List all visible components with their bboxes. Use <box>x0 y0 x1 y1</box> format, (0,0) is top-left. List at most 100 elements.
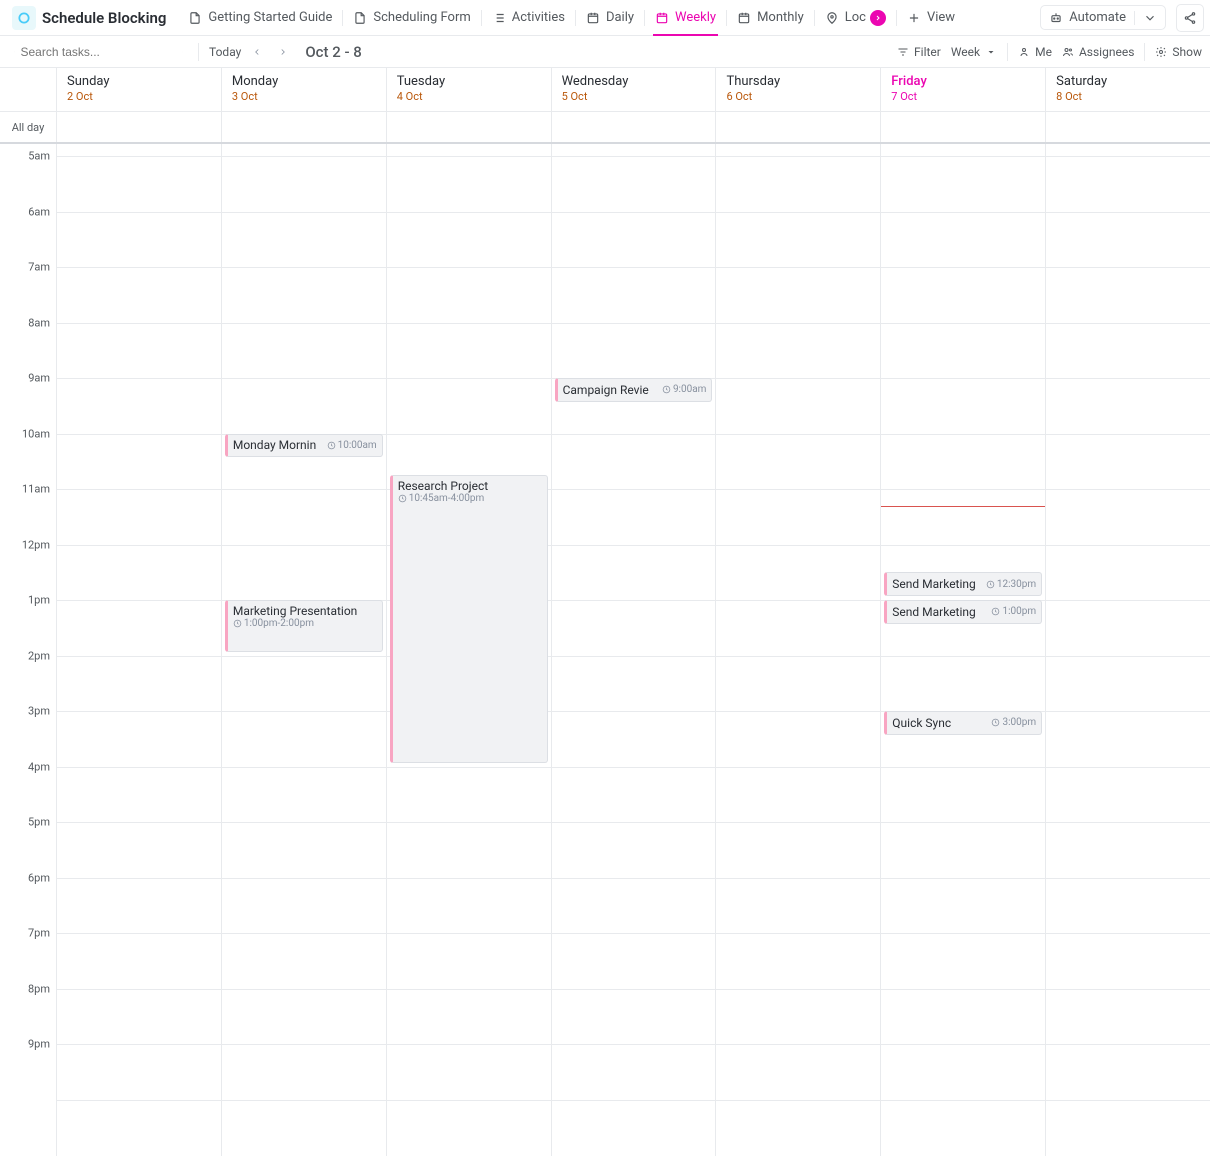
day-column-wednesday[interactable]: Campaign Revie9:00am <box>552 144 717 1156</box>
time-label: 1pm <box>28 594 50 607</box>
event[interactable]: Research Project10:45am-4:00pm <box>390 475 548 762</box>
time-label: 4pm <box>28 760 50 773</box>
assignees-button[interactable]: Assignees <box>1062 45 1134 59</box>
event[interactable]: Campaign Revie9:00am <box>555 378 713 402</box>
tab-getting-started-guide[interactable]: Getting Started Guide <box>178 0 342 35</box>
event[interactable]: Monday Mornin10:00am <box>225 434 383 458</box>
event-title: Research Project <box>398 479 542 493</box>
time-label: 2pm <box>28 649 50 662</box>
event-time: 9:00am <box>662 384 707 395</box>
gear-icon <box>1155 46 1167 58</box>
app-logo[interactable] <box>12 6 36 30</box>
view-tabs: Getting Started GuideScheduling FormActi… <box>178 0 965 35</box>
day-column-friday[interactable]: Send Marketing12:30pmSend Marketing1:00p… <box>881 144 1046 1156</box>
allday-cell[interactable] <box>57 112 222 142</box>
me-button[interactable]: Me <box>1018 45 1052 59</box>
event[interactable]: Quick Sync3:00pm <box>884 711 1042 735</box>
filter-button[interactable]: Filter <box>897 45 941 59</box>
event-time: 3:00pm <box>991 717 1036 728</box>
time-label: 5am <box>28 150 50 163</box>
date-range: Oct 2 - 8 <box>305 43 362 61</box>
time-label: 11am <box>22 483 50 496</box>
automate-button[interactable]: Automate <box>1040 5 1166 30</box>
event[interactable]: Send Marketing12:30pm <box>884 572 1042 596</box>
time-label: 6am <box>28 205 50 218</box>
day-column-tuesday[interactable]: Research Project10:45am-4:00pm <box>387 144 552 1156</box>
day-header-friday[interactable]: Friday7 Oct <box>881 68 1046 111</box>
event-title: Send Marketing <box>892 605 991 619</box>
event-title: Quick Sync <box>892 716 991 730</box>
allday-cell[interactable] <box>222 112 387 142</box>
event-time: 12:30pm <box>986 579 1036 590</box>
day-column-monday[interactable]: Monday Mornin10:00am Marketing Presentati… <box>222 144 387 1156</box>
share-icon <box>1183 11 1197 25</box>
event-title: Monday Mornin <box>233 438 327 452</box>
time-column: 5am 6am 7am 8am 9am 10am 11am 12pm 1pm 2pm 3pm 4pm 5… <box>0 144 57 1156</box>
calendar-grid[interactable]: 5am 6am 7am 8am 9am 10am 11am 12pm 1pm 2pm 3pm 4pm 5… <box>0 144 1210 1156</box>
chevron-down-icon <box>1143 11 1157 25</box>
event-time: 1:00pm <box>991 606 1036 617</box>
topbar: Schedule Blocking Getting Started GuideS… <box>0 0 1210 36</box>
filterbar: Today Oct 2 - 8 Filter Week Me Assignees… <box>0 36 1210 68</box>
event-title: Send Marketing <box>892 577 986 591</box>
time-label: 5pm <box>28 816 50 829</box>
time-column-head <box>0 68 57 111</box>
badge-icon <box>870 10 886 26</box>
allday-label: All day <box>0 112 57 142</box>
event-title: Campaign Revie <box>563 383 662 397</box>
tab-loc[interactable]: Loc <box>815 0 896 35</box>
allday-cell[interactable] <box>881 112 1046 142</box>
event[interactable]: Send Marketing1:00pm <box>884 600 1042 624</box>
today-button[interactable]: Today <box>209 45 241 59</box>
allday-cell[interactable] <box>387 112 552 142</box>
event-time: 10:00am <box>327 440 377 451</box>
chevron-down-icon <box>182 46 183 58</box>
day-column-sunday[interactable] <box>57 144 222 1156</box>
chevron-left-icon <box>252 47 262 57</box>
prev-week-button[interactable] <box>247 42 267 62</box>
tab-weekly[interactable]: Weekly <box>645 0 726 35</box>
allday-cell[interactable] <box>1046 112 1210 142</box>
day-header-thursday[interactable]: Thursday6 Oct <box>716 68 881 111</box>
time-label: 9pm <box>28 1038 50 1051</box>
week-dropdown[interactable]: Week <box>951 45 997 59</box>
caret-down-icon <box>985 46 997 58</box>
show-button[interactable]: Show <box>1155 45 1202 59</box>
allday-row: All day <box>0 112 1210 144</box>
filter-icon <box>897 46 909 58</box>
day-header-saturday[interactable]: Saturday8 Oct <box>1046 68 1210 111</box>
search-field[interactable] <box>21 45 176 59</box>
person-icon <box>1018 46 1030 58</box>
time-label: 10am <box>22 427 50 440</box>
calendar-day-header: Sunday2 OctMonday3 OctTuesday4 OctWednes… <box>0 68 1210 112</box>
people-icon <box>1062 46 1074 58</box>
add-view-button[interactable]: View <box>897 0 965 35</box>
day-columns: Monday Mornin10:00am Marketing Presentati… <box>57 144 1210 1156</box>
event-time: 10:45am-4:00pm <box>398 493 542 504</box>
tab-monthly[interactable]: Monthly <box>727 0 814 35</box>
day-header-sunday[interactable]: Sunday2 Oct <box>57 68 222 111</box>
allday-cell[interactable] <box>552 112 717 142</box>
time-label: 9am <box>28 372 50 385</box>
time-label: 3pm <box>28 705 50 718</box>
time-label: 7am <box>28 261 50 274</box>
share-button[interactable] <box>1176 4 1204 32</box>
time-label: 8am <box>28 316 50 329</box>
tab-scheduling-form[interactable]: Scheduling Form <box>343 0 480 35</box>
now-indicator <box>881 506 1045 507</box>
event[interactable]: Marketing Presentation1:00pm-2:00pm <box>225 600 383 652</box>
day-column-saturday[interactable] <box>1046 144 1210 1156</box>
tab-activities[interactable]: Activities <box>482 0 575 35</box>
tab-daily[interactable]: Daily <box>576 0 644 35</box>
allday-cell[interactable] <box>716 112 881 142</box>
page-title: Schedule Blocking <box>42 9 166 27</box>
time-label: 12pm <box>22 538 50 551</box>
day-column-thursday[interactable] <box>716 144 881 1156</box>
day-header-tuesday[interactable]: Tuesday4 Oct <box>387 68 552 111</box>
day-header-monday[interactable]: Monday3 Oct <box>222 68 387 111</box>
next-week-button[interactable] <box>273 42 293 62</box>
search-input[interactable] <box>8 43 188 61</box>
robot-icon <box>1049 11 1063 25</box>
day-header-wednesday[interactable]: Wednesday5 Oct <box>552 68 717 111</box>
time-label: 8pm <box>28 982 50 995</box>
